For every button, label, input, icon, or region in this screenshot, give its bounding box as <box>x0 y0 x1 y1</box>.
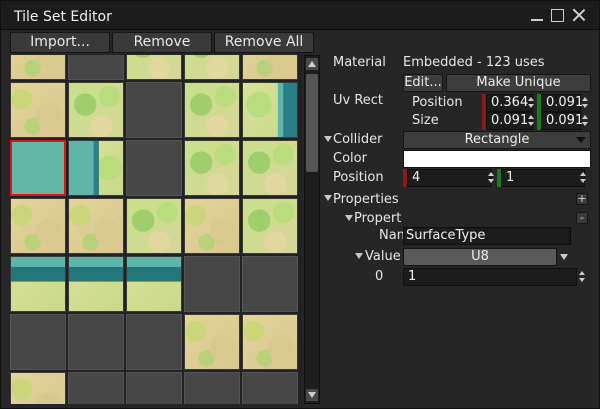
minimize-icon[interactable] <box>529 7 545 23</box>
tile[interactable] <box>126 198 182 254</box>
tile[interactable] <box>126 82 182 138</box>
remove-all-button[interactable]: Remove All <box>214 32 314 53</box>
tile[interactable] <box>242 372 298 404</box>
scroll-up-icon[interactable] <box>306 58 318 70</box>
tile[interactable] <box>10 372 66 404</box>
tile[interactable] <box>10 82 66 138</box>
close-icon[interactable] <box>571 7 587 23</box>
value-expand-icon[interactable] <box>355 253 363 259</box>
uv-position-x-field[interactable]: 0.364 <box>486 94 533 112</box>
value-label: Value <box>365 249 401 264</box>
tile[interactable] <box>126 372 182 404</box>
value-index-field[interactable]: 1 <box>403 268 577 286</box>
collider-position-y-stepper[interactable] <box>580 169 588 187</box>
tile[interactable] <box>10 256 66 312</box>
properties-expand-icon[interactable] <box>324 195 332 201</box>
collider-position-y-field[interactable]: 1 <box>501 169 585 187</box>
material-label: Material <box>333 55 386 70</box>
tile[interactable] <box>68 372 124 404</box>
value-index-stepper[interactable] <box>579 268 587 286</box>
tile[interactable] <box>184 140 240 196</box>
collider-position-label: Position <box>333 170 384 185</box>
tile[interactable] <box>242 198 298 254</box>
uv-size-y-field[interactable]: 0.091 <box>541 112 583 130</box>
tile[interactable] <box>126 314 182 370</box>
tile[interactable] <box>184 314 240 370</box>
uv-size-label: Size <box>412 113 439 128</box>
tile-grid-scrollbar[interactable] <box>304 55 320 404</box>
collider-label: Collider <box>333 132 383 147</box>
uv-size-y-stepper[interactable] <box>582 112 590 130</box>
tile[interactable] <box>68 82 124 138</box>
tile[interactable] <box>68 256 124 312</box>
collider-position-x-stepper[interactable] <box>488 169 496 187</box>
collider-position-x-field[interactable]: 4 <box>407 169 492 187</box>
property-name-field[interactable]: SurfaceType <box>403 227 571 245</box>
tile[interactable] <box>184 55 240 80</box>
tile[interactable] <box>242 314 298 370</box>
tile[interactable] <box>10 314 66 370</box>
tile-set-editor-window: Tile Set Editor Import... Remove Remove … <box>0 0 600 409</box>
color-swatch[interactable] <box>403 150 591 168</box>
maximize-icon[interactable] <box>550 7 566 23</box>
property-label: Propert <box>354 211 402 226</box>
add-property-button[interactable]: + <box>576 193 588 205</box>
collider-dropdown[interactable]: Rectangle <box>403 131 591 149</box>
property-expand-icon[interactable] <box>345 215 353 221</box>
scroll-down-icon[interactable] <box>306 389 318 401</box>
properties-label: Properties <box>333 192 399 207</box>
collider-expand-icon[interactable] <box>324 136 332 142</box>
properties-panel: Material Embedded - 123 uses Edit... Mak… <box>323 31 599 409</box>
remove-property-button[interactable]: - <box>576 212 588 224</box>
tile[interactable] <box>242 256 298 312</box>
tile[interactable] <box>242 140 298 196</box>
uv-position-label: Position <box>412 95 463 110</box>
tile[interactable] <box>68 314 124 370</box>
tile[interactable] <box>68 55 124 80</box>
uv-position-y-stepper[interactable] <box>582 94 590 112</box>
tile[interactable] <box>126 55 182 80</box>
uv-size-x-stepper[interactable] <box>528 112 536 130</box>
tile[interactable] <box>184 198 240 254</box>
color-label: Color <box>333 151 367 166</box>
tile[interactable] <box>184 82 240 138</box>
uv-rect-label: Uv Rect <box>333 93 384 108</box>
value-type-dropdown[interactable]: U8 <box>403 248 557 266</box>
value-index-label: 0 <box>375 269 384 284</box>
edit-material-button[interactable]: Edit... <box>403 74 443 92</box>
import-button[interactable]: Import... <box>10 32 110 53</box>
make-unique-button[interactable]: Make Unique <box>446 74 591 92</box>
tile[interactable] <box>68 198 124 254</box>
tile[interactable] <box>126 140 182 196</box>
tile-grid <box>10 55 302 404</box>
selected-tile[interactable] <box>10 140 66 196</box>
title-bar[interactable]: Tile Set Editor <box>1 1 599 30</box>
value-type-chevron-icon[interactable] <box>560 254 568 260</box>
tile[interactable] <box>184 256 240 312</box>
tile[interactable] <box>10 198 66 254</box>
tile[interactable] <box>68 140 124 196</box>
tile[interactable] <box>126 256 182 312</box>
tile[interactable] <box>184 372 240 404</box>
uv-position-x-stepper[interactable] <box>528 94 536 112</box>
tile[interactable] <box>10 55 66 80</box>
scroll-thumb[interactable] <box>306 74 318 172</box>
window-title: Tile Set Editor <box>14 9 112 25</box>
material-value: Embedded - 123 uses <box>403 55 545 70</box>
tile[interactable] <box>242 82 298 138</box>
tile[interactable] <box>242 55 298 80</box>
uv-size-x-field[interactable]: 0.091 <box>486 112 533 130</box>
remove-button[interactable]: Remove <box>112 32 212 53</box>
uv-position-y-field[interactable]: 0.091 <box>541 94 583 112</box>
